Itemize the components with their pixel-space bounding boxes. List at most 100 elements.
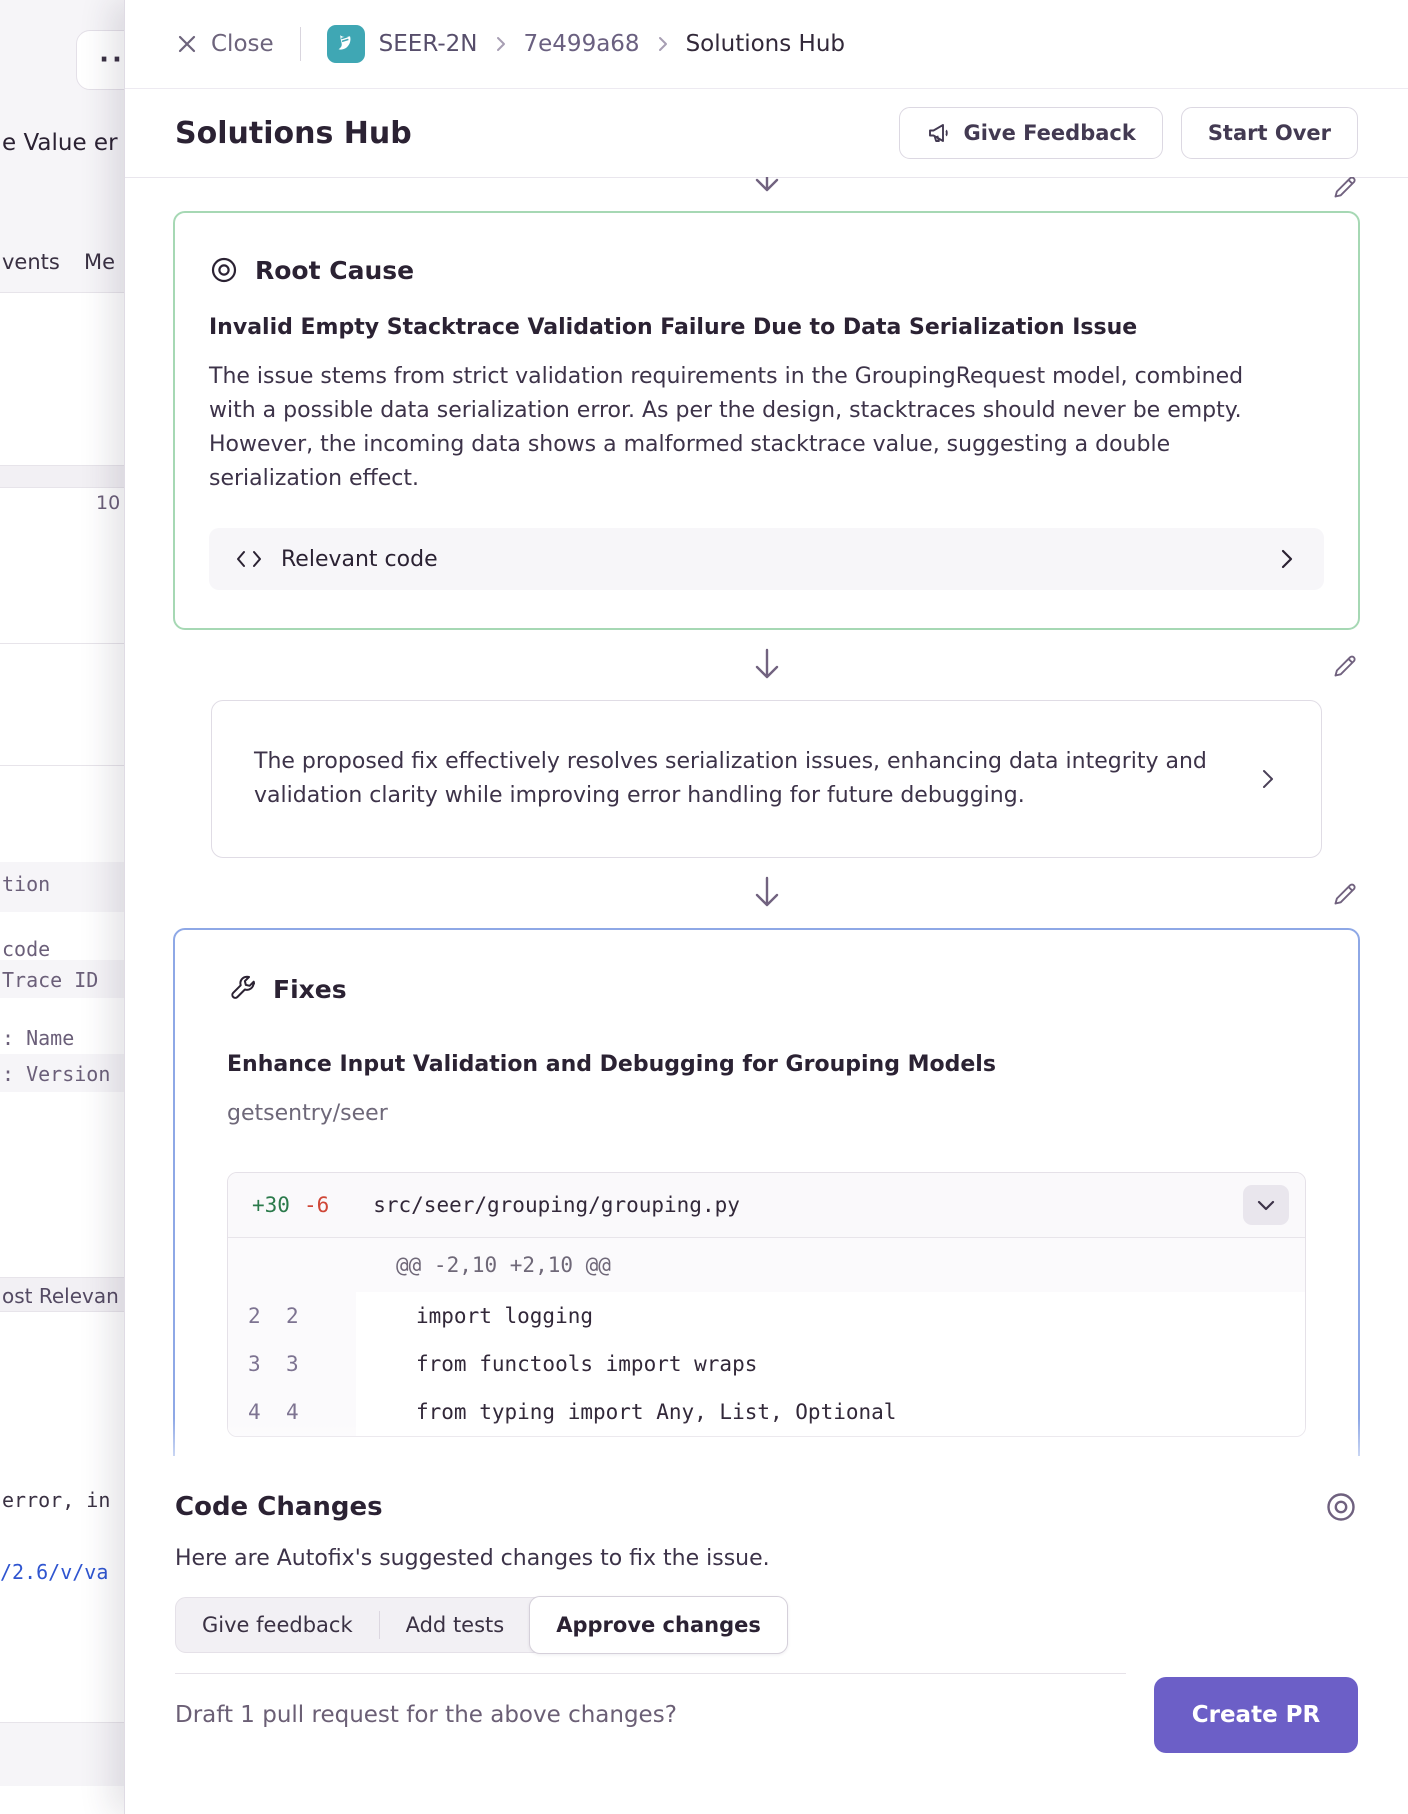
stacktrace-code-fragment: error, in	[2, 1488, 110, 1512]
header-actions: Give Feedback Start Over	[899, 107, 1359, 159]
old-line-number: 2	[248, 1304, 286, 1328]
root-cause-description: The issue stems from strict validation r…	[209, 360, 1269, 496]
background-panel	[0, 1786, 124, 1814]
fixes-title: Fixes	[273, 975, 347, 1004]
step-connector	[173, 636, 1360, 694]
diff-viewer: +30 -6 src/seer/grouping/grouping.py @@ …	[227, 1172, 1306, 1437]
create-pr-row: Draft 1 pull request for the above chang…	[175, 1673, 1358, 1756]
code-changes-title: Code Changes	[175, 1492, 383, 1522]
tab-fragment[interactable]: Me	[84, 250, 115, 274]
arrow-down-icon	[750, 177, 784, 197]
new-line-number: 3	[286, 1352, 324, 1376]
approve-changes-action[interactable]: Approve changes	[529, 1596, 788, 1654]
drawer-header: Solutions Hub Give Feedback Start Over	[125, 89, 1408, 178]
docs-link-fragment[interactable]: /2.6/v/va	[0, 1560, 108, 1584]
start-over-label: Start Over	[1208, 121, 1331, 145]
tab-events-fragment[interactable]: vents	[2, 250, 60, 274]
relevant-code-expander[interactable]: Relevant code	[209, 528, 1324, 590]
overflow-menu-button[interactable]: ··	[76, 30, 124, 90]
divider	[0, 765, 124, 766]
tag-key-fragment: code	[2, 937, 50, 961]
code-changes-footer: Code Changes Here are Autofix's suggeste…	[125, 1456, 1408, 1814]
divider	[0, 1722, 124, 1723]
breadcrumb: Close SEER-2N 7e499a68 Solutions Hub	[125, 0, 1408, 89]
give-feedback-button[interactable]: Give Feedback	[899, 107, 1163, 159]
close-icon	[175, 32, 199, 56]
seer-icon	[327, 25, 365, 63]
tag-key-fragment: Trace ID	[2, 968, 98, 992]
chevron-right-icon	[1274, 547, 1298, 571]
give-feedback-label: Give Feedback	[964, 121, 1136, 145]
create-pr-button[interactable]: Create PR	[1154, 1677, 1358, 1753]
breadcrumb-event-id[interactable]: 7e499a68	[524, 31, 640, 57]
drawer-scroll-area[interactable]: Root Cause Invalid Empty Stacktrace Vali…	[125, 177, 1408, 1490]
draft-pr-question: Draft 1 pull request for the above chang…	[175, 1673, 1126, 1756]
diff-code: from functools import wraps	[356, 1340, 757, 1388]
megaphone-icon	[926, 120, 952, 146]
edit-step-button[interactable]	[1322, 177, 1368, 209]
diff-filename: src/seer/grouping/grouping.py	[373, 1193, 740, 1217]
diff-line: 3 3 from functools import wraps	[228, 1340, 1305, 1388]
divider	[0, 643, 124, 644]
tag-key-fragment: : Name	[2, 1026, 74, 1050]
arrow-down-icon	[750, 874, 784, 912]
diff-line: 4 4 from typing import Any, List, Option…	[228, 1388, 1305, 1436]
background-panel	[0, 293, 124, 1277]
page-title: Solutions Hub	[175, 116, 412, 151]
footer-action-group: Give feedback Add tests Approve changes	[175, 1597, 788, 1653]
screen: ·· e Value er vents Me 10 tion code Trac…	[0, 0, 1408, 1814]
breadcrumb-project[interactable]: SEER-2N	[379, 31, 478, 57]
target-icon	[209, 255, 239, 285]
code-changes-subtitle: Here are Autofix's suggested changes to …	[175, 1546, 1358, 1571]
divider	[0, 292, 124, 293]
old-line-number: 4	[248, 1400, 286, 1424]
root-cause-summary: Invalid Empty Stacktrace Validation Fail…	[209, 315, 1324, 340]
fixes-card: Fixes Enhance Input Validation and Debug…	[173, 928, 1360, 1490]
new-line-number: 4	[286, 1400, 324, 1424]
code-icon	[235, 548, 263, 570]
wrench-icon	[227, 974, 257, 1004]
table-header-band	[0, 465, 124, 488]
chevron-right-icon	[492, 35, 510, 53]
diff-file-header[interactable]: +30 -6 src/seer/grouping/grouping.py	[228, 1173, 1305, 1238]
diff-additions: +30	[252, 1193, 290, 1217]
diff-line-numbers: 3 3	[228, 1340, 356, 1388]
clipped-step-connector	[173, 177, 1360, 211]
fixes-heading: Fixes	[227, 974, 1306, 1004]
diff-line-numbers: 2 2	[228, 1292, 356, 1340]
footer-heading-row: Code Changes	[175, 1490, 1358, 1524]
repo-name: getsentry/seer	[227, 1101, 1306, 1126]
solutions-hub-drawer: Close SEER-2N 7e499a68 Solutions Hub Sol…	[124, 0, 1408, 1814]
root-cause-title: Root Cause	[255, 256, 414, 285]
diff-hunk-header: @@ -2,10 +2,10 @@	[228, 1238, 1305, 1292]
diff-deletions: -6	[304, 1193, 329, 1217]
solution-summary-card[interactable]: The proposed fix effectively resolves se…	[211, 700, 1322, 858]
diff-code: from typing import Any, List, Optional	[356, 1388, 896, 1436]
relevant-code-label: Relevant code	[281, 547, 438, 572]
start-over-button[interactable]: Start Over	[1181, 107, 1358, 159]
close-button[interactable]: Close	[175, 31, 274, 57]
most-relevant-badge-fragment: ost Relevan	[2, 1284, 119, 1308]
breadcrumb-divider	[300, 27, 301, 61]
collapse-diff-button[interactable]	[1243, 1185, 1289, 1225]
edit-step-button[interactable]	[1322, 642, 1368, 688]
edit-step-button[interactable]	[1322, 870, 1368, 916]
root-cause-heading: Root Cause	[209, 255, 1324, 285]
root-cause-card: Root Cause Invalid Empty Stacktrace Vali…	[173, 211, 1360, 630]
give-feedback-action[interactable]: Give feedback	[176, 1598, 379, 1652]
diff-line-numbers: 4 4	[228, 1388, 356, 1436]
fix-summary: Enhance Input Validation and Debugging f…	[227, 1052, 1306, 1077]
chevron-right-icon	[1255, 767, 1279, 791]
solution-summary-text: The proposed fix effectively resolves se…	[254, 745, 1229, 813]
chevron-right-icon	[654, 35, 672, 53]
chart-tick-fragment: 10	[96, 492, 120, 514]
breadcrumb-page: Solutions Hub	[686, 31, 845, 57]
new-line-number: 2	[286, 1304, 324, 1328]
target-icon	[1324, 1490, 1358, 1524]
arrow-down-icon	[750, 646, 784, 684]
diff-line: 2 2 import logging	[228, 1292, 1305, 1340]
close-label: Close	[211, 31, 274, 57]
add-tests-action[interactable]: Add tests	[380, 1598, 531, 1652]
background-page: ·· e Value er vents Me 10 tion code Trac…	[0, 0, 124, 1814]
step-connector	[173, 864, 1360, 922]
